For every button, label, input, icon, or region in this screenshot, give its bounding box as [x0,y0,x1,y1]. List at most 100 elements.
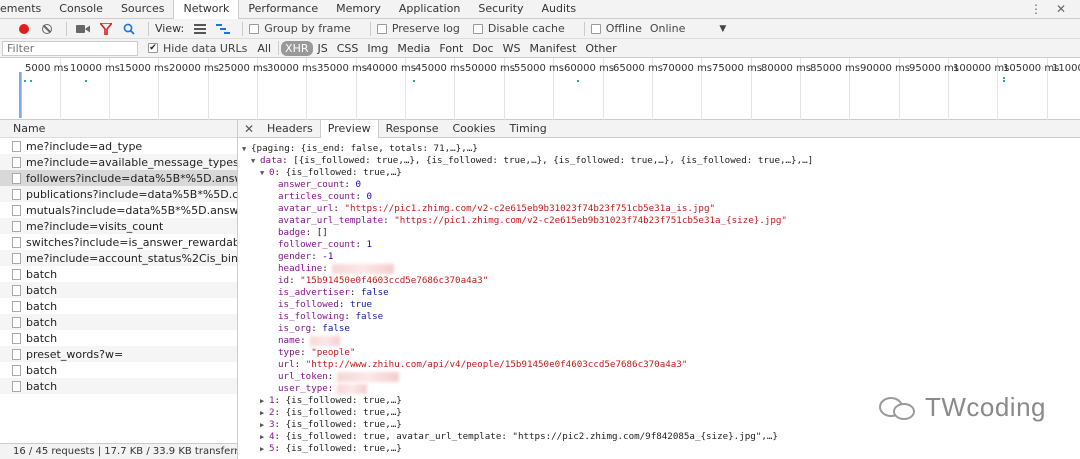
timeline-overview[interactable]: 5000 ms 10000 ms 15000 ms 20000 ms 25000… [0,58,1080,120]
filter-type-all[interactable]: All [253,41,275,56]
collapsed-triangle-icon: ▶ [260,397,265,405]
request-row[interactable]: me?include=account_status%2Cis_bind_phon… [0,250,237,266]
filter-type-xhr[interactable]: XHR [281,40,313,56]
chevron-down-icon[interactable]: ▼ [719,24,726,34]
filter-type-css[interactable]: CSS [333,41,363,56]
json-collapsed-row[interactable]: ▶ 5: {is_followed: true,…} [242,443,1080,455]
toolbar-divider [242,21,244,36]
filter-type-media[interactable]: Media [393,41,434,56]
record-button[interactable] [14,21,34,37]
request-row[interactable]: me?include=visits_count [0,218,237,234]
json-collapsed-row[interactable]: ▶ 4: {is_followed: true, avatar_url_templ… [242,431,1080,443]
timeline-gridline: 85000 ms [810,58,860,120]
timeline-tick-label: 55000 ms [514,63,564,74]
timeline-gridline: 30000 ms [267,58,317,120]
file-icon [12,332,21,344]
filter-type-img[interactable]: Img [363,41,392,56]
timeline-tick-label: 85000 ms [810,63,860,74]
request-row[interactable]: batch [0,282,237,298]
overview-toggle[interactable] [213,21,233,37]
request-row[interactable]: switches?include=is_answer_rewardable%2C… [0,234,237,250]
json-field: url_token: [242,371,1080,383]
request-row[interactable]: me?include=ad_type [0,138,237,154]
tab-network[interactable]: Network [173,0,240,19]
request-name: me?include=available_message_types%2Cdef… [26,155,237,169]
request-row[interactable]: batch [0,378,237,394]
timeline-tick-label: 70000 ms [662,63,712,74]
name-column-header[interactable]: Name [0,120,237,138]
json-root-row[interactable]: ▼ {paging: {is_end: false, totals: 71,…},… [242,143,1080,155]
group-by-frame-checkbox[interactable]: Group by frame [249,22,351,35]
tab-audits[interactable]: Audits [533,0,586,18]
request-row-selected[interactable]: followers?include=data%5B*%5D.answer_cou… [0,170,237,186]
preserve-log-checkbox[interactable]: Preserve log [376,22,460,35]
request-row[interactable]: mutuals?include=data%5B*%5D.answer_count… [0,202,237,218]
network-toolbar: View: Group by frame Preserve log Disabl… [0,19,1080,39]
tab-application[interactable]: Application [390,0,469,18]
timeline-tick-label: 45000 ms [415,63,465,74]
expanded-triangle-icon: ▼ [251,157,256,165]
request-name: batch [26,283,58,297]
json-item-row[interactable]: ▼ 0: {is_followed: true,…} [242,167,1080,179]
capture-screenshots-button[interactable] [73,21,93,37]
record-icon [19,23,29,34]
tab-cookies[interactable]: Cookies [445,120,502,137]
request-row[interactable]: batch [0,266,237,282]
tab-preview[interactable]: Preview [319,120,379,138]
request-name: preset_words?w= [26,347,124,361]
tab-security[interactable]: Security [469,0,532,18]
request-row[interactable]: batch [0,314,237,330]
toolbar-divider [66,21,67,36]
filter-button[interactable] [96,21,116,37]
request-row[interactable]: batch [0,298,237,314]
filter-type-other[interactable]: Other [581,41,620,56]
filter-type-font[interactable]: Font [435,41,467,56]
request-list: me?include=ad_type me?include=available_… [0,138,237,394]
tab-timing[interactable]: Timing [503,120,554,137]
tab-performance[interactable]: Performance [239,0,327,18]
json-data-row[interactable]: ▼ data: [{is_followed: true,…}, {is_follo… [242,155,1080,167]
clear-button[interactable] [37,21,57,37]
request-row[interactable]: me?include=available_message_types%2Cdef… [0,154,237,170]
request-row[interactable]: batch [0,330,237,346]
request-row[interactable]: preset_words?w= [0,346,237,362]
json-key: 0 [269,167,275,178]
hide-data-urls-checkbox[interactable]: ✔ Hide data URLs [148,42,247,55]
filter-type-ws[interactable]: WS [499,41,525,56]
json-field: is_org: false [278,323,350,334]
close-icon[interactable]: ✕ [1056,2,1066,16]
tab-headers[interactable]: Headers [260,120,320,137]
filter-type-doc[interactable]: Doc [468,41,497,56]
file-icon [12,204,21,216]
timeline-gridline: 40000 ms [366,58,416,120]
search-button[interactable] [119,21,139,37]
close-detail-icon[interactable]: ✕ [238,120,260,137]
tab-sources[interactable]: Sources [112,0,174,18]
tab-memory[interactable]: Memory [327,0,390,18]
timeline-gridline: 95000 ms [909,58,959,120]
filter-divider [278,41,280,55]
request-row[interactable]: publications?include=data%5B*%5D.cover%2… [0,186,237,202]
request-name: mutuals?include=data%5B*%5D.answer_count… [26,203,237,217]
filter-input[interactable] [2,40,138,56]
disable-cache-checkbox[interactable]: Disable cache [472,22,565,35]
request-name: batch [26,331,58,345]
tab-response[interactable]: Response [379,120,446,137]
redacted-value [337,383,368,394]
timeline-gridline: 80000 ms [761,58,811,120]
timeline-gridline: 90000 ms [860,58,910,120]
tab-console[interactable]: Console [50,0,112,18]
timeline-tick-label: 15000 ms [119,63,169,74]
timeline-tick-label: 10000 ms [70,63,120,74]
timeline-tick-label: 90000 ms [860,63,910,74]
toolbar-divider [148,21,149,36]
filter-type-manifest[interactable]: Manifest [525,41,580,56]
filter-bar: ✔ Hide data URLs All XHR JS CSS Img Media… [0,39,1080,58]
tab-elements[interactable]: ements [0,0,50,18]
filter-type-js[interactable]: JS [314,41,332,56]
kebab-menu-icon[interactable]: ⋮ [1030,2,1042,16]
offline-checkbox[interactable]: Offline [590,22,642,35]
request-row[interactable]: batch [0,362,237,378]
throttling-select[interactable]: Online [650,22,685,35]
large-rows-toggle[interactable] [190,21,210,37]
